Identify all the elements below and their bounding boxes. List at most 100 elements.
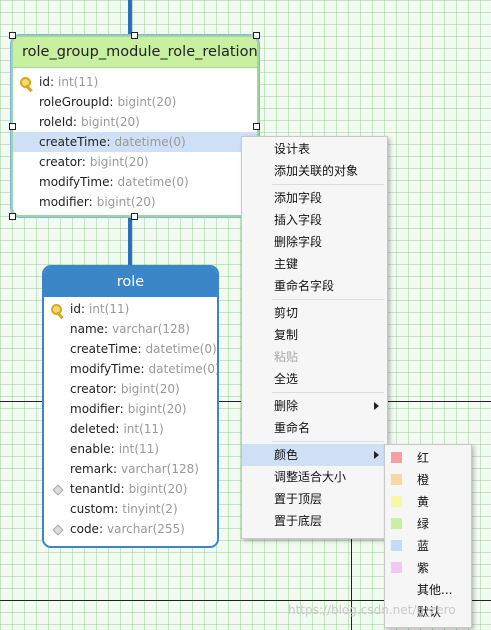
field-name: deleted: (70, 422, 120, 436)
relation-connector-top (128, 0, 132, 36)
field-type: bigint(20) (128, 482, 188, 496)
color-swatch-icon (391, 474, 402, 485)
key-icon (50, 302, 66, 318)
field-icon (50, 442, 66, 458)
field-deleted[interactable]: deleted: int(11) (44, 419, 217, 439)
resize-handle-e[interactable] (253, 123, 260, 130)
field-tenant-id[interactable]: tenantId: bigint(20) (44, 479, 217, 499)
field-icon (19, 195, 35, 211)
resize-handle-n[interactable] (131, 32, 138, 39)
menu-item[interactable]: 主键 (242, 253, 387, 275)
menu-separator (272, 299, 384, 300)
field-create-time[interactable]: createTime: datetime(0) (13, 132, 257, 152)
menu-item[interactable]: 复制 (242, 324, 387, 346)
color-swatch-icon (391, 452, 402, 463)
field-icon (50, 402, 66, 418)
field-custom[interactable]: custom: tinyint(2) (44, 499, 217, 519)
menu-item[interactable]: 删除 (242, 395, 387, 417)
field-icon (19, 115, 35, 131)
menu-item[interactable]: 橙 (385, 469, 471, 491)
menu-item[interactable]: 删除字段 (242, 231, 387, 253)
resize-handle-w[interactable] (9, 123, 16, 130)
menu-item[interactable]: 红 (385, 447, 471, 469)
menu-item-label: 插入字段 (274, 213, 323, 227)
field-creator[interactable]: creator: bigint(20) (44, 379, 217, 399)
submenu-arrow-icon (374, 451, 379, 459)
index-icon (50, 522, 66, 538)
field-type: int(11) (89, 302, 130, 316)
menu-separator (272, 392, 384, 393)
field-type: datetime(0) (117, 175, 189, 189)
menu-item-label: 复制 (274, 328, 299, 342)
resize-handle-s[interactable] (131, 213, 138, 220)
field-icon (50, 322, 66, 338)
resize-handle-sw[interactable] (9, 213, 16, 220)
field-name: roleId: (39, 115, 77, 129)
menu-item[interactable]: 重命名字段 (242, 275, 387, 297)
field-name: modifyTime: (70, 362, 145, 376)
field-remark[interactable]: remark: varchar(128) (44, 459, 217, 479)
field-icon (19, 135, 35, 151)
menu-item[interactable]: 添加字段 (242, 187, 387, 209)
entity-title[interactable]: role (44, 267, 217, 297)
menu-item[interactable]: 全选 (242, 368, 387, 390)
menu-item[interactable]: 剪切 (242, 302, 387, 324)
entity-role[interactable]: role id: int(11) name: varchar(128) createTi… (42, 265, 219, 548)
field-icon (19, 175, 35, 191)
field-name: remark: (70, 462, 118, 476)
menu-separator (272, 184, 384, 185)
menu-item[interactable]: 置于顶层 (242, 488, 387, 510)
field-icon (50, 422, 66, 438)
field-name: enable: (70, 442, 115, 456)
field-id[interactable]: id: int(11) (44, 299, 217, 319)
menu-item-label: 粘贴 (274, 350, 299, 364)
menu-item-label: 蓝 (417, 539, 430, 553)
color-swatch-icon (391, 540, 402, 551)
relation-connector (128, 216, 132, 266)
menu-item[interactable]: 黄 (385, 491, 471, 513)
resize-handle-nw[interactable] (9, 32, 16, 39)
field-role-group-id[interactable]: roleGroupId: bigint(20) (13, 92, 257, 112)
menu-item-label: 黄 (417, 495, 430, 509)
menu-item[interactable]: 设计表 (242, 138, 387, 160)
menu-item-label: 红 (417, 451, 430, 465)
field-name: modifier: (39, 195, 93, 209)
field-modifier[interactable]: modifier: bigint(20) (44, 399, 217, 419)
entity-role-group-module-role-relation[interactable]: role_group_module_role_relation id: int(1… (10, 34, 260, 218)
menu-separator (272, 441, 384, 442)
field-type: datetime(0) (145, 342, 217, 356)
field-enable[interactable]: enable: int(11) (44, 439, 217, 459)
menu-item[interactable]: 置于底层 (242, 510, 387, 532)
field-icon (50, 502, 66, 518)
field-id[interactable]: id: int(11) (13, 72, 257, 92)
menu-item[interactable]: 蓝 (385, 535, 471, 557)
menu-item[interactable]: 重命名 (242, 417, 387, 439)
menu-item[interactable]: 插入字段 (242, 209, 387, 231)
field-name[interactable]: name: varchar(128) (44, 319, 217, 339)
menu-item[interactable]: 其他... (385, 579, 471, 601)
entity-field-list: id: int(11) name: varchar(128) createTime: da… (44, 297, 217, 539)
menu-item[interactable]: 添加关联的对象 (242, 160, 387, 182)
menu-item[interactable]: 紫 (385, 557, 471, 579)
field-type: varchar(128) (121, 462, 199, 476)
menu-item[interactable]: 绿 (385, 513, 471, 535)
field-modify-time[interactable]: modifyTime: datetime(0) (13, 172, 257, 192)
field-create-time[interactable]: createTime: datetime(0) (44, 339, 217, 359)
field-name: name: (70, 322, 109, 336)
menu-item-label: 添加字段 (274, 191, 323, 205)
context-menu: 设计表 添加关联的对象添加字段插入字段删除字段 主键 重命名字段剪切复制粘贴全选删除重… (241, 136, 388, 539)
field-modify-time[interactable]: modifyTime: datetime(0) (44, 359, 217, 379)
field-code[interactable]: code: varchar(255) (44, 519, 217, 539)
field-icon (50, 342, 66, 358)
resize-handle-ne[interactable] (253, 32, 260, 39)
field-type: varchar(128) (112, 322, 190, 336)
menu-item[interactable]: 颜色 (242, 444, 387, 466)
field-type: bigint(20) (120, 382, 180, 396)
field-role-id[interactable]: roleId: bigint(20) (13, 112, 257, 132)
entity-title[interactable]: role_group_module_role_relation (13, 37, 257, 68)
field-name: custom: (70, 502, 119, 516)
menu-item-label: 颜色 (274, 448, 299, 462)
menu-item[interactable]: 调整适合大小 (242, 466, 387, 488)
field-modifier[interactable]: modifier: bigint(20) (13, 192, 257, 212)
field-creator[interactable]: creator: bigint(20) (13, 152, 257, 172)
